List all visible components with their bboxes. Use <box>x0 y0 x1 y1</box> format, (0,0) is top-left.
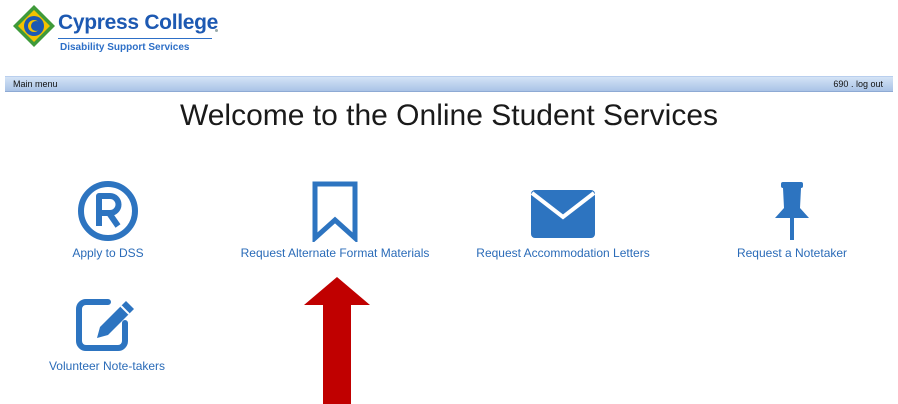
accommodation-letters-label: Request Accommodation Letters <box>476 246 650 260</box>
notetaker-link[interactable]: Request a Notetaker <box>722 180 862 260</box>
arrow-up-icon <box>304 277 370 404</box>
registered-icon <box>78 181 138 241</box>
volunteer-notetakers-label: Volunteer Note-takers <box>48 359 166 373</box>
decorative-dot <box>215 29 218 32</box>
bookmark-icon <box>312 181 358 242</box>
department-name: Disability Support Services <box>60 42 190 53</box>
user-id: 690 <box>833 79 849 89</box>
envelope-icon <box>530 190 596 238</box>
user-area: 690 . log out <box>833 79 883 89</box>
main-menu-link[interactable]: Main menu <box>13 79 58 89</box>
edit-icon <box>76 299 134 351</box>
logo-divider <box>58 38 212 39</box>
alternate-format-label: Request Alternate Format Materials <box>240 246 430 260</box>
college-logo-mark-icon <box>13 5 55 47</box>
logout-link[interactable]: log out <box>856 79 883 89</box>
college-name: Cypress College <box>58 11 219 34</box>
college-logo: Cypress College Disability Support Servi… <box>12 4 232 60</box>
apply-dss-label: Apply to DSS <box>72 246 144 260</box>
volunteer-notetakers-link[interactable]: Volunteer Note-takers <box>36 295 178 373</box>
alternate-format-link[interactable]: Request Alternate Format Materials <box>225 180 445 260</box>
accommodation-letters-link[interactable]: Request Accommodation Letters <box>463 180 663 260</box>
pushpin-icon <box>775 182 809 240</box>
page-title: Welcome to the Online Student Services <box>179 99 719 132</box>
apply-dss-link[interactable]: Apply to DSS <box>58 180 158 260</box>
notetaker-label: Request a Notetaker <box>736 246 848 260</box>
user-separator: . <box>848 79 856 89</box>
menu-bar: Main menu 690 . log out <box>5 76 893 92</box>
